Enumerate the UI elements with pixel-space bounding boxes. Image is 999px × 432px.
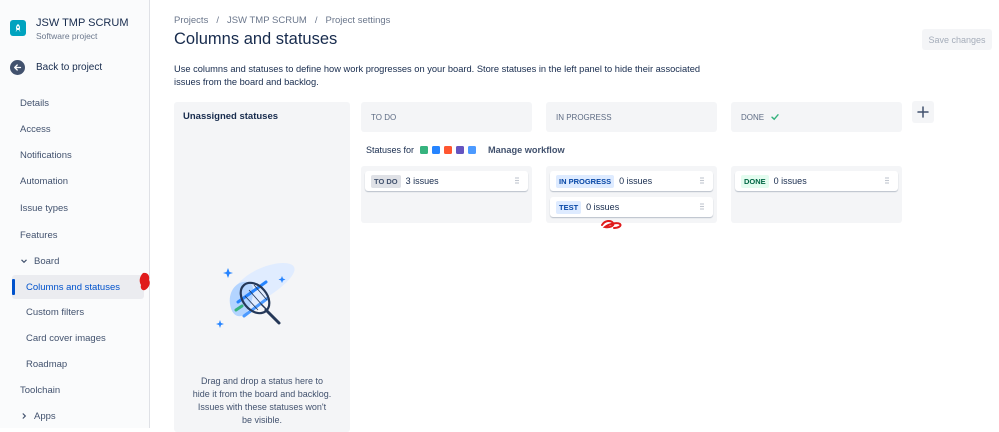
- sidebar-item-custom-filters[interactable]: Custom filters: [12, 300, 144, 324]
- back-to-project-label: Back to project: [36, 62, 103, 73]
- back-to-project-link[interactable]: Back to project: [10, 60, 102, 75]
- status-issue-count: 0 issues: [586, 202, 620, 212]
- statuses-for-label: Statuses for: [366, 145, 415, 155]
- drag-handle-icon[interactable]: [515, 177, 519, 184]
- back-arrow-icon: [10, 60, 25, 75]
- issue-type-icons: [416, 146, 477, 154]
- sidebar-item-board-label: Board: [34, 255, 60, 267]
- drag-handle-icon[interactable]: [885, 177, 889, 184]
- status-card-todo[interactable]: TO DO 3 issues: [365, 171, 528, 191]
- project-name: JSW TMP SCRUM: [36, 17, 129, 29]
- plus-icon: [917, 106, 929, 118]
- issue-type-icon: [420, 146, 429, 154]
- status-issue-count: 0 issues: [773, 176, 807, 186]
- sidebar: JSW TMP SCRUM Software project Back to p…: [0, 0, 150, 428]
- breadcrumb-project[interactable]: JSW TMP SCRUM: [227, 15, 307, 26]
- manage-workflow-link[interactable]: Manage workflow: [488, 145, 565, 155]
- sidebar-item-board[interactable]: Board: [12, 249, 144, 273]
- breadcrumb-separator: /: [216, 15, 219, 26]
- status-lozenge: TEST: [556, 200, 582, 214]
- page-description: Use columns and statuses to define how w…: [174, 64, 701, 87]
- sidebar-item-apps-label: Apps: [34, 410, 56, 422]
- sidebar-item-access[interactable]: Access: [12, 117, 144, 141]
- chevron-down-icon: [18, 257, 30, 265]
- status-lozenge: DONE: [741, 174, 769, 188]
- column-header-in-progress[interactable]: IN PROGRESS: [546, 102, 717, 132]
- sidebar-item-roadmap[interactable]: Roadmap: [12, 352, 144, 376]
- issue-type-icon: [456, 146, 465, 154]
- breadcrumb-separator: /: [314, 15, 318, 26]
- sidebar-item-issue-types[interactable]: Issue types: [12, 196, 144, 220]
- issue-type-icon: [432, 146, 441, 154]
- column-in-progress[interactable]: IN PROGRESS 0 issues TEST 0 issues: [546, 166, 717, 229]
- breadcrumb-projects[interactable]: Projects: [174, 15, 208, 26]
- add-column-button[interactable]: [912, 101, 934, 123]
- project-type: Software project: [36, 31, 98, 41]
- drag-handle-icon[interactable]: [700, 177, 704, 184]
- sidebar-item-notifications[interactable]: Notifications: [12, 143, 144, 167]
- column-todo[interactable]: TO DO 3 issues: [361, 166, 532, 223]
- project-avatar: [10, 20, 26, 36]
- breadcrumb-project-settings[interactable]: Project settings: [325, 15, 390, 26]
- column-header-done[interactable]: DONE: [731, 102, 902, 132]
- sidebar-item-card-cover-images[interactable]: Card cover images: [12, 326, 144, 350]
- column-header-todo[interactable]: TO DO: [361, 102, 532, 132]
- column-title: TO DO: [371, 112, 397, 122]
- status-card-done[interactable]: DONE 0 issues: [735, 171, 898, 191]
- status-issue-count: 0 issues: [619, 176, 653, 186]
- red-scribble-annotation: [601, 219, 622, 229]
- status-card-test[interactable]: TEST 0 issues: [550, 197, 713, 217]
- project-header[interactable]: JSW TMP SCRUM Software project: [10, 16, 129, 42]
- sidebar-item-toolchain[interactable]: Toolchain: [12, 378, 144, 402]
- rocket-icon: [15, 24, 21, 32]
- status-lozenge: TO DO: [371, 174, 401, 188]
- issue-type-icon: [468, 146, 477, 154]
- unassigned-drop-hint: Drag and drop a status here to hide it f…: [192, 376, 332, 425]
- issue-type-icon: [444, 146, 453, 154]
- sidebar-item-automation[interactable]: Automation: [12, 169, 144, 193]
- sidebar-item-features[interactable]: Features: [12, 223, 144, 247]
- breadcrumb: Projects / JSW TMP SCRUM / Project setti…: [174, 15, 390, 26]
- red-annotation-mark: [139, 272, 150, 291]
- check-icon: [771, 114, 779, 121]
- status-lozenge: IN PROGRESS: [556, 174, 615, 188]
- unassigned-statuses-panel[interactable]: Unassigned statuses Drag and drop a stat…: [174, 102, 350, 432]
- status-card-in-progress[interactable]: IN PROGRESS 0 issues: [550, 171, 713, 191]
- badminton-racket-illustration: [216, 262, 295, 328]
- column-done[interactable]: DONE 0 issues: [731, 166, 902, 223]
- unassigned-statuses-title: Unassigned statuses: [183, 111, 279, 122]
- statuses-for-row: Statuses for Manage workflow: [366, 145, 565, 155]
- column-title: DONE: [741, 112, 765, 122]
- sidebar-item-details[interactable]: Details: [12, 91, 144, 115]
- sidebar-item-columns-and-statuses[interactable]: Columns and statuses: [12, 275, 144, 299]
- sidebar-item-apps[interactable]: Apps: [12, 404, 144, 428]
- save-changes-button[interactable]: Save changes: [922, 29, 992, 50]
- drag-handle-icon[interactable]: [700, 203, 704, 210]
- page-title: Columns and statuses: [174, 30, 338, 48]
- column-title: IN PROGRESS: [556, 112, 612, 122]
- status-issue-count: 3 issues: [405, 176, 439, 186]
- chevron-right-icon: [18, 412, 30, 420]
